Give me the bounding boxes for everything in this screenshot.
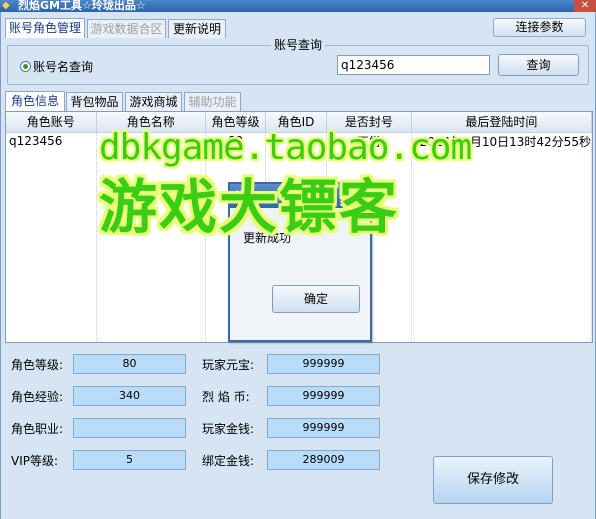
group-title: 账号查询: [271, 38, 326, 52]
save-changes-button[interactable]: 保存修改: [433, 456, 553, 504]
tab-update-notes[interactable]: 更新说明: [168, 19, 226, 38]
tab-assist[interactable]: 辅助功能: [184, 92, 241, 111]
tab-data-merge[interactable]: 游戏数据合区: [87, 19, 166, 38]
account-radio[interactable]: [20, 61, 31, 72]
exp-field[interactable]: 340: [73, 386, 186, 406]
bound-gold-field[interactable]: 289009: [267, 450, 380, 470]
close-button[interactable]: ✕: [574, 0, 596, 12]
level-label: 角色等级:: [11, 358, 64, 372]
watermark-brand: 游戏大镖客: [99, 173, 400, 241]
account-radio-label: 账号名查询: [33, 60, 94, 74]
tab-game-shop[interactable]: 游戏商城: [125, 92, 182, 111]
gold-label: 玩家金钱:: [202, 422, 255, 436]
account-input[interactable]: q123456: [337, 55, 490, 75]
vip-label: VIP等级:: [11, 454, 59, 468]
yuanbao-label: 玩家元宝:: [202, 358, 255, 372]
title-bar: ◆ 烈焰GM工具☆玲珑出品☆ ✕: [0, 0, 596, 12]
yuanbao-field[interactable]: 999999: [267, 354, 380, 374]
connect-params-button[interactable]: 连接参数: [493, 18, 586, 37]
job-field[interactable]: [73, 418, 186, 438]
flame-coin-label: 烈 焰 币:: [202, 390, 250, 404]
search-button[interactable]: 查询: [498, 54, 579, 76]
vip-field[interactable]: 5: [73, 450, 186, 470]
bound-gold-label: 绑定金钱:: [202, 454, 255, 468]
col-header[interactable]: 角色账号: [6, 112, 97, 133]
main-window: 账号角色管理 游戏数据合区 更新说明 连接参数 账号查询 账号名查询 q1234…: [0, 12, 596, 519]
app-icon: ◆: [2, 0, 10, 11]
window-title: 烈焰GM工具☆玲珑出品☆: [18, 0, 146, 12]
level-field[interactable]: 80: [73, 354, 186, 374]
cell-account: q123456: [6, 132, 97, 150]
watermark-url: dbkgame.taobao.com: [99, 127, 472, 168]
job-label: 角色职业:: [11, 422, 64, 436]
tab-role-info[interactable]: 角色信息: [5, 91, 65, 112]
tab-account-role[interactable]: 账号角色管理: [5, 18, 85, 38]
dialog-ok-button[interactable]: 确定: [272, 285, 360, 313]
tab-backpack[interactable]: 背包物品: [66, 92, 123, 111]
exp-label: 角色经验:: [11, 390, 64, 404]
flame-coin-field[interactable]: 999999: [267, 386, 380, 406]
gold-field[interactable]: 999999: [267, 418, 380, 438]
